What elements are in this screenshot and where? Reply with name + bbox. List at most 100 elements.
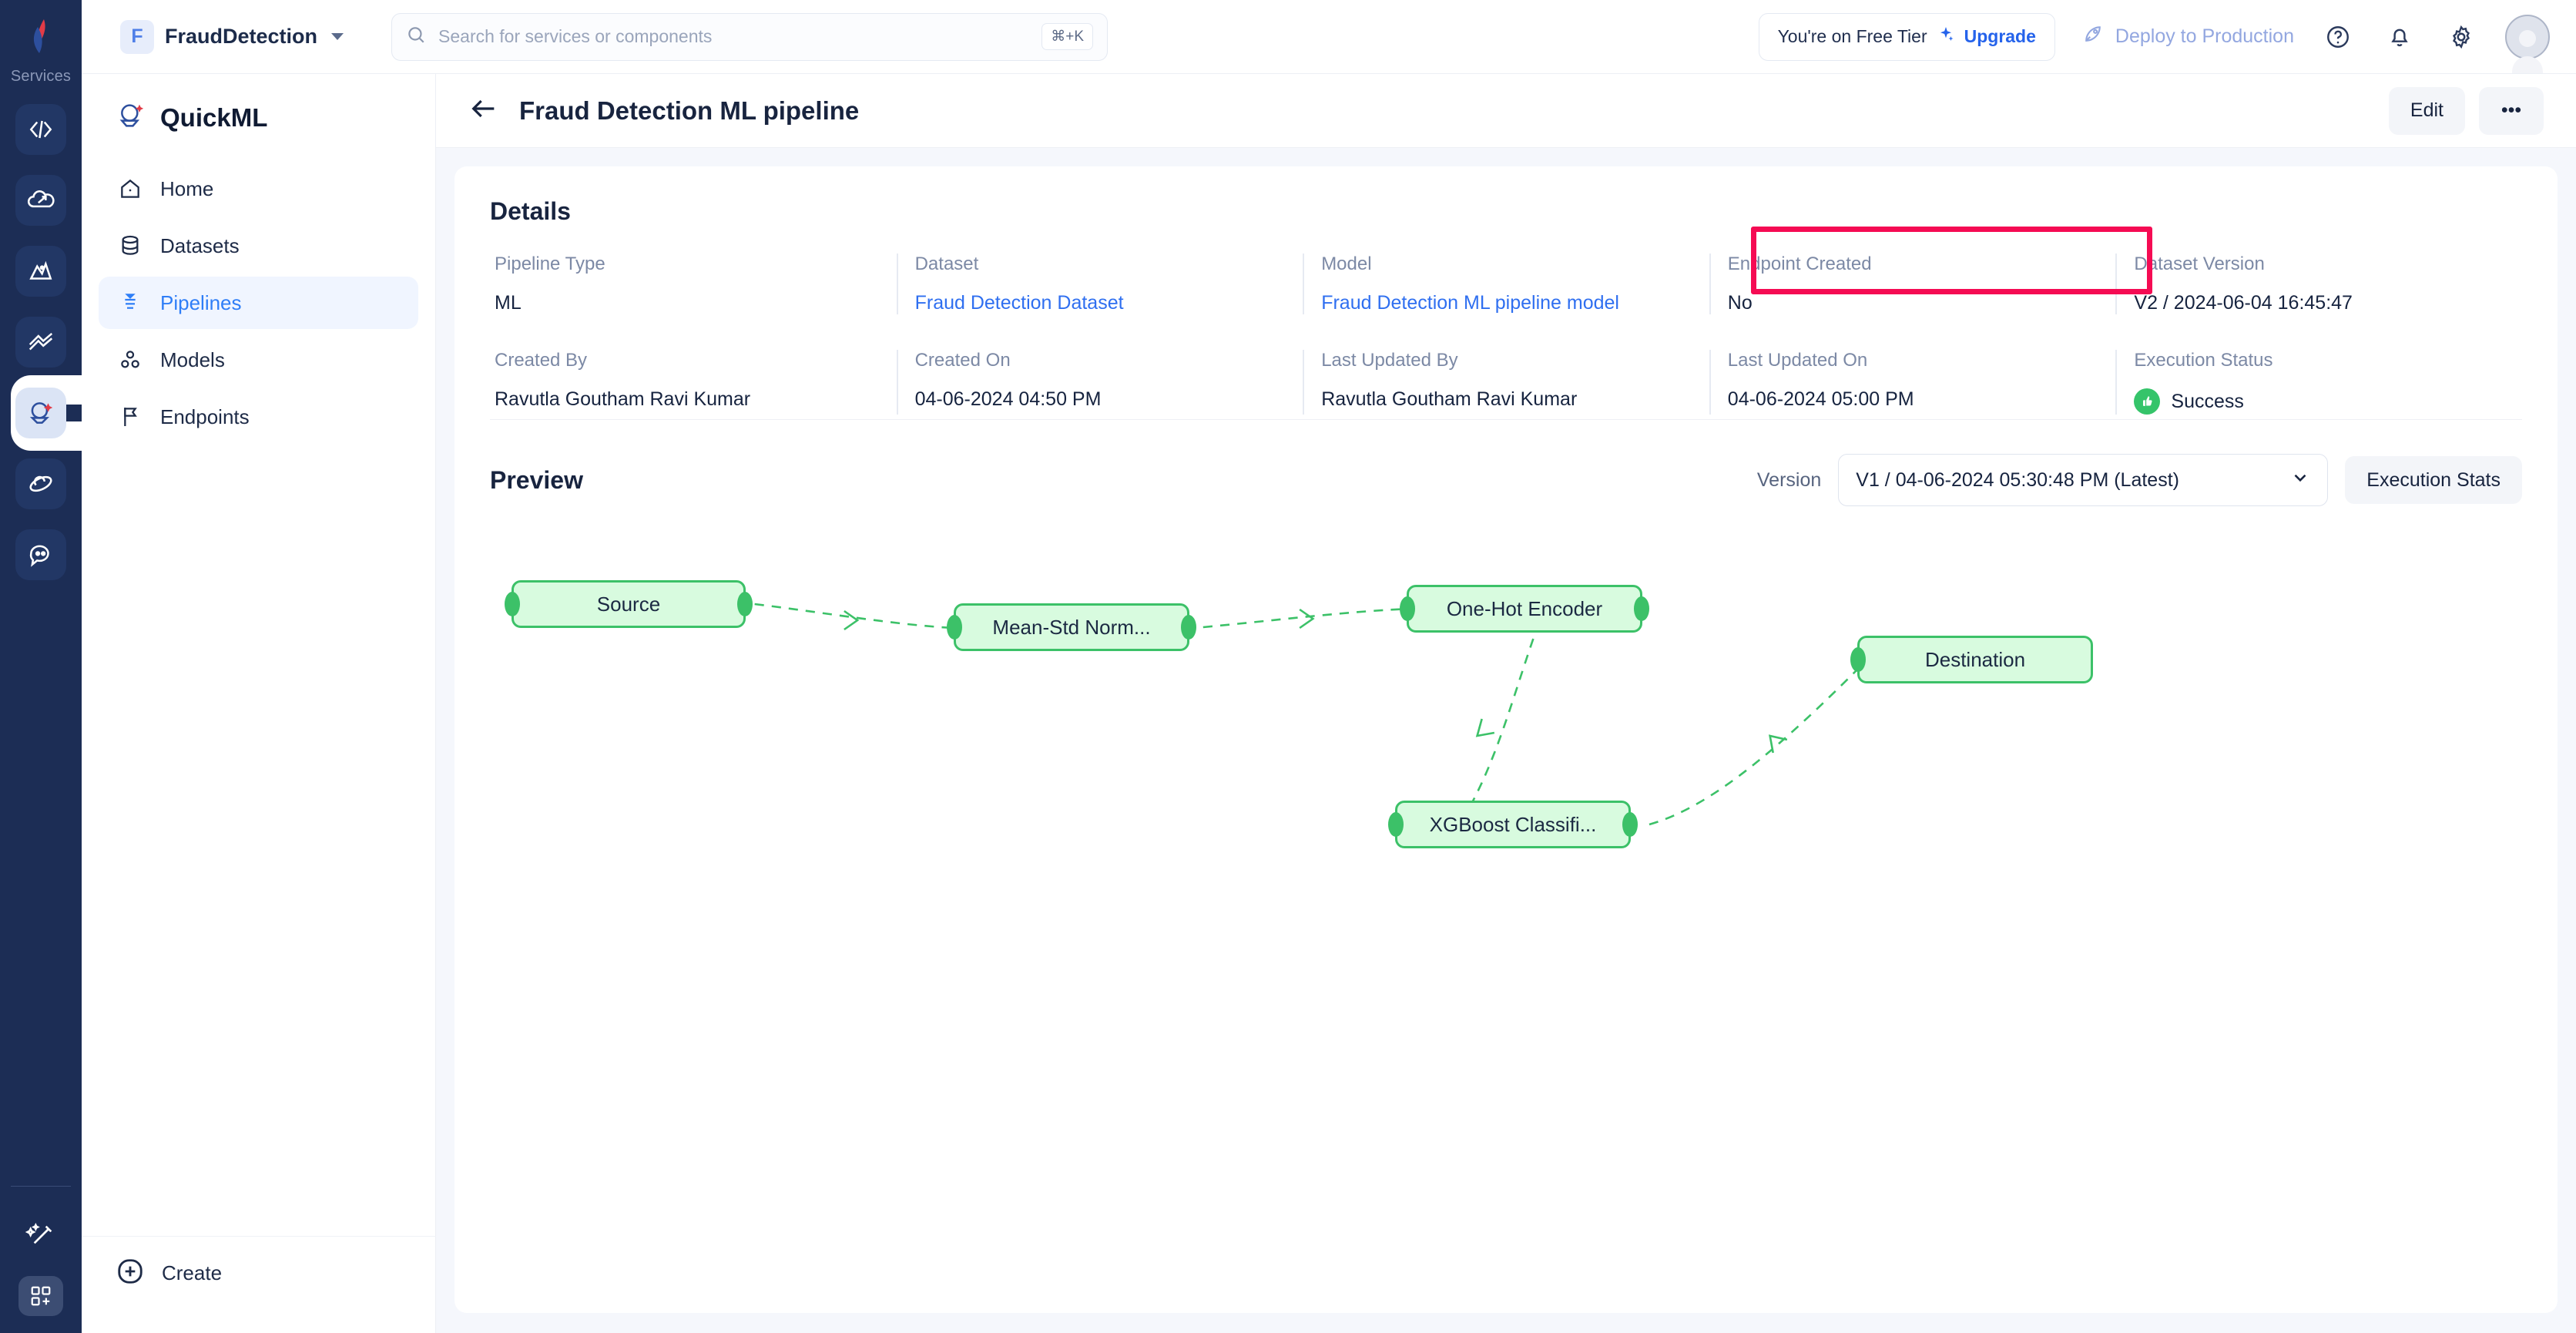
sparkle-icon — [1937, 25, 1955, 48]
detail-value: ML — [495, 292, 522, 314]
tier-chip[interactable]: You're on Free Tier Upgrade — [1758, 12, 2055, 61]
execution-stats-button[interactable]: Execution Stats — [2345, 456, 2522, 504]
create-label: Create — [162, 1261, 223, 1284]
help-circle-icon[interactable] — [2320, 19, 2356, 55]
edge-xgboost-destination — [1649, 660, 1867, 826]
detail-value: No — [1727, 292, 1753, 314]
sidebar-item-pipelines[interactable]: Pipelines — [99, 277, 418, 329]
detail-last-updated-by: Last Updated By Ravutla Goutham Ravi Kum… — [1303, 350, 1709, 415]
node-port-left — [947, 615, 962, 640]
arrow-xgboost-destination — [1768, 734, 1788, 754]
rail-bottom-group — [0, 1221, 82, 1316]
sidebar-item-label: Models — [160, 348, 225, 371]
main-area: Fraud Detection ML pipeline Edit ••• Det… — [436, 74, 2576, 1333]
model-link[interactable]: Fraud Detection ML pipeline model — [1321, 292, 1709, 314]
arrow-left-icon[interactable] — [468, 93, 499, 128]
detail-model: Model Fraud Detection ML pipeline model — [1303, 254, 1709, 314]
thumbs-up-icon — [2134, 388, 2161, 415]
edit-button[interactable]: Edit — [2388, 86, 2465, 135]
rail-item-analytics[interactable] — [15, 246, 66, 297]
rail-item-quickml-wrap — [0, 375, 92, 451]
rail-item-chat[interactable] — [15, 529, 66, 580]
status-badge: Success — [2134, 388, 2522, 415]
pipeline-node-mean-std-norm[interactable]: Mean-Std Norm... — [947, 603, 1196, 651]
version-label: Version — [1756, 468, 1822, 491]
deploy-label: Deploy to Production — [2115, 25, 2294, 47]
sidebar-item-label: Endpoints — [160, 405, 250, 428]
sidebar-item-home[interactable]: Home — [99, 163, 418, 215]
search-input[interactable]: Search for services or components ⌘+K — [391, 12, 1109, 61]
detail-created-by: Created By Ravutla Goutham Ravi Kumar — [490, 350, 897, 415]
status-text: Success — [2171, 390, 2244, 412]
sidebar-item-endpoints[interactable]: Endpoints — [99, 391, 418, 443]
details-grid: Pipeline Type ML Dataset Fraud Detection… — [454, 226, 2558, 415]
arrow-meanstd-onehot — [1299, 608, 1315, 630]
page-title: Fraud Detection ML pipeline — [519, 96, 860, 125]
dataset-link[interactable]: Fraud Detection Dataset — [915, 292, 1303, 314]
content-scroll: Details Pipeline Type ML Dataset Fraud D… — [436, 148, 2576, 1333]
detail-label: Model — [1321, 254, 1372, 274]
pipeline-icon — [117, 290, 143, 316]
workspace-switcher[interactable]: F FraudDetection — [120, 19, 344, 54]
detail-label: Pipeline Type — [495, 254, 605, 274]
rail-item-flow[interactable] — [15, 317, 66, 368]
chevron-down-icon — [331, 33, 344, 40]
node-label: Source — [596, 592, 661, 616]
plus-circle-icon — [116, 1257, 145, 1290]
edge-meanstd-onehot — [1202, 607, 1412, 629]
workspace-name: FraudDetection — [165, 25, 318, 48]
node-label: XGBoost Classifi... — [1429, 812, 1597, 836]
details-section-title: Details — [490, 197, 571, 225]
search-placeholder: Search for services or components — [438, 26, 713, 46]
pipeline-node-one-hot-encoder[interactable]: One-Hot Encoder — [1400, 585, 1649, 633]
quickml-brand: QuickML — [82, 74, 435, 135]
user-avatar[interactable] — [2505, 14, 2550, 73]
sidebar-item-label: Pipelines — [160, 290, 242, 314]
pipeline-canvas[interactable]: Source Mean-Std Norm... One-Hot Encoder — [490, 552, 2522, 1092]
node-port-left — [505, 592, 520, 616]
sidebar-item-label: Datasets — [160, 233, 240, 257]
topbar: F FraudDetection Search for services or … — [82, 0, 2576, 74]
node-port-right — [1181, 615, 1196, 640]
detail-label: Last Updated By — [1321, 350, 1458, 371]
deploy-to-production-button[interactable]: Deploy to Production — [2081, 22, 2294, 51]
preview-section-title: Preview — [490, 465, 583, 494]
detail-label: Created By — [495, 350, 588, 371]
pipeline-node-xgboost-classifier[interactable]: XGBoost Classifi... — [1388, 801, 1638, 848]
detail-value: V2 / 2024-06-04 16:45:47 — [2134, 292, 2353, 314]
services-label: Services — [10, 68, 72, 85]
node-label: One-Hot Encoder — [1446, 596, 1603, 620]
sidebar-item-models[interactable]: Models — [99, 334, 418, 386]
edge-onehot-xgboost — [1459, 638, 1535, 824]
detail-last-updated-on: Last Updated On 04-06-2024 05:00 PM — [1709, 350, 2116, 415]
gear-icon[interactable] — [2444, 19, 2479, 55]
workspace-initial: F — [120, 19, 154, 54]
rail-item-galaxy[interactable] — [15, 458, 66, 509]
company-logo-icon[interactable] — [15, 11, 66, 62]
rail-icon-list — [0, 104, 92, 580]
search-icon — [406, 25, 426, 49]
rail-item-quickml[interactable] — [15, 388, 66, 438]
page-header-actions: Edit ••• — [2388, 86, 2544, 135]
upgrade-link[interactable]: Upgrade — [1964, 26, 2036, 47]
detail-label: Created On — [914, 350, 1011, 371]
bell-icon[interactable] — [2382, 19, 2417, 55]
pipeline-node-destination[interactable]: Destination — [1850, 636, 2093, 683]
sidebar-item-datasets[interactable]: Datasets — [99, 220, 418, 272]
quickml-logo-icon — [116, 100, 146, 135]
magic-wand-icon[interactable] — [25, 1221, 56, 1256]
app-root: Services F FraudDetection Search for ser… — [0, 0, 2576, 1333]
version-select[interactable]: V1 / 04-06-2024 05:30:48 PM (Latest) — [1838, 454, 2329, 506]
sidebar-item-label: Home — [160, 176, 214, 200]
node-port-left — [1850, 647, 1866, 672]
node-port-right — [737, 592, 753, 616]
create-button[interactable]: Create — [82, 1236, 436, 1310]
rail-item-code-service[interactable] — [15, 104, 66, 155]
detail-execution-status: Execution Status Success — [2115, 350, 2522, 415]
pipeline-node-source[interactable]: Source — [505, 580, 753, 628]
detail-dataset-version: Dataset Version V2 / 2024-06-04 16:45:47 — [2115, 254, 2522, 314]
rail-item-cloud-deploy[interactable] — [15, 175, 66, 226]
arrow-source-meanstd — [844, 609, 860, 631]
more-options-button[interactable]: ••• — [2479, 86, 2544, 135]
apps-grid-icon[interactable] — [18, 1276, 63, 1316]
